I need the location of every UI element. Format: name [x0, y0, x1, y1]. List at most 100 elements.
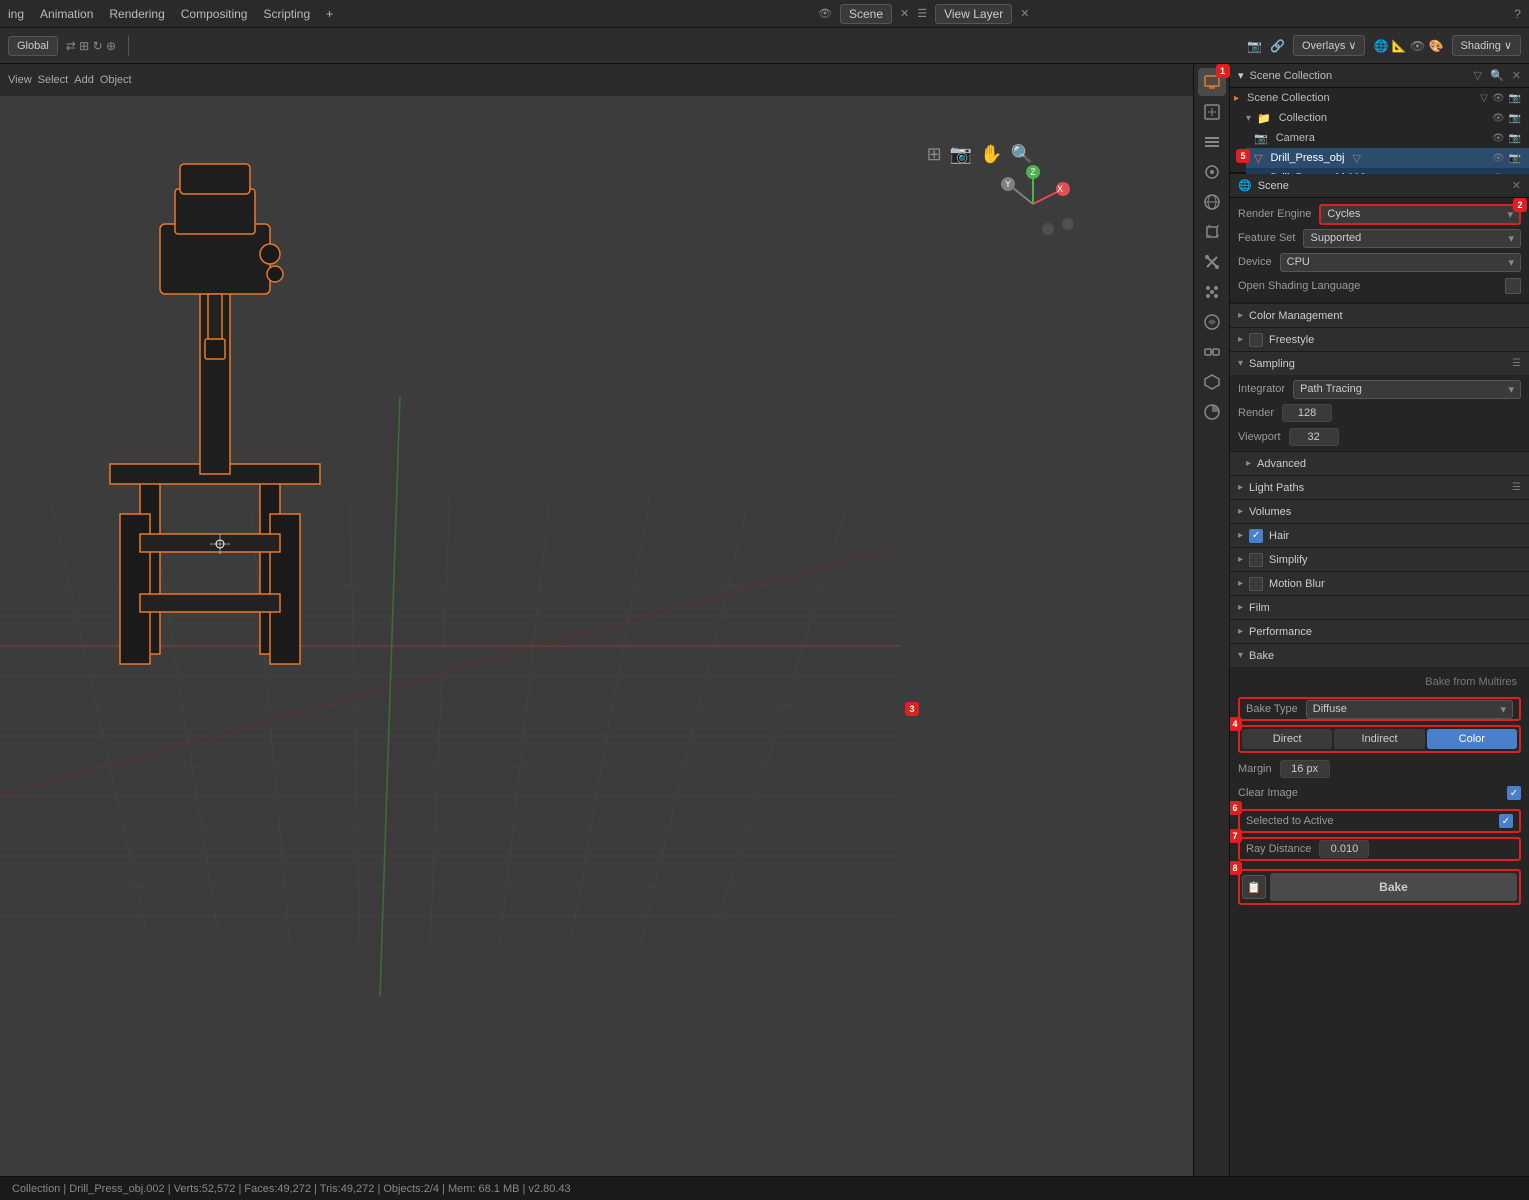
viewport-samples-input[interactable]: 32: [1289, 428, 1339, 446]
light-paths-section[interactable]: ▸ Light Paths ☰: [1230, 475, 1529, 499]
eye-icon-4[interactable]: 👁: [1492, 153, 1505, 164]
bake-type-selector[interactable]: Diffuse ▾: [1306, 700, 1513, 719]
outliner-item-camera[interactable]: 📷 Camera 👁 📷: [1246, 128, 1529, 148]
top-menu-right: ?: [1514, 7, 1521, 21]
simplify-checkbox[interactable]: [1249, 553, 1263, 567]
bake-button[interactable]: Bake: [1270, 873, 1517, 901]
menu-item-scripting[interactable]: Scripting: [263, 7, 310, 21]
sampling-header[interactable]: ▾ Sampling ☰: [1230, 351, 1529, 375]
overlays-btn[interactable]: Overlays ∨: [1293, 35, 1366, 56]
help-icon[interactable]: ?: [1514, 7, 1521, 21]
feature-set-row: Feature Set Supported ▾: [1238, 226, 1521, 250]
motion-blur-checkbox[interactable]: [1249, 577, 1263, 591]
outliner-search-icon[interactable]: 🔍: [1490, 69, 1504, 82]
object-menu[interactable]: Object: [100, 74, 132, 86]
bake-icon-btn[interactable]: 📋: [1242, 875, 1266, 899]
hair-checkbox[interactable]: ✓: [1249, 529, 1263, 543]
simplify-section[interactable]: ▸ Simplify: [1230, 547, 1529, 571]
global-btn[interactable]: Global: [8, 36, 58, 56]
view-menu[interactable]: View: [8, 74, 32, 86]
badge-2: 2: [1513, 198, 1527, 212]
sampling-content: Integrator Path Tracing ▾ Render 128 Vie…: [1230, 375, 1529, 451]
object-props-icon[interactable]: [1198, 218, 1226, 246]
volumes-arrow: ▸: [1238, 506, 1243, 517]
eye-icon-2[interactable]: 👁: [1492, 113, 1505, 124]
menu-item-animation[interactable]: Animation: [40, 7, 93, 21]
physics-icon[interactable]: [1198, 308, 1226, 336]
margin-input[interactable]: 16 px: [1280, 760, 1330, 778]
select-menu[interactable]: Select: [38, 74, 69, 86]
outliner-filter-icon[interactable]: ▾: [1238, 69, 1244, 82]
menu-item-compositing[interactable]: Compositing: [181, 7, 248, 21]
world-icon[interactable]: [1198, 188, 1226, 216]
data-icon[interactable]: [1198, 368, 1226, 396]
render-icon-2[interactable]: 📷: [1509, 113, 1521, 124]
camera-label: Camera: [1276, 132, 1315, 144]
properties-x-icon[interactable]: ✕: [1512, 179, 1521, 192]
indirect-button[interactable]: Indirect: [1334, 729, 1424, 749]
x-icon[interactable]: ✕: [900, 7, 909, 20]
svg-text:Y: Y: [1005, 179, 1011, 189]
menu-item-ing[interactable]: ing: [8, 7, 24, 21]
render-icon[interactable]: 📷: [1509, 93, 1521, 104]
osl-checkbox[interactable]: [1505, 278, 1521, 294]
scene-selector[interactable]: Scene: [840, 4, 892, 24]
simplify-arrow: ▸: [1238, 554, 1243, 565]
direct-button[interactable]: Direct: [1242, 729, 1332, 749]
color-button[interactable]: Color: [1427, 729, 1517, 749]
motion-blur-section[interactable]: ▸ Motion Blur: [1230, 571, 1529, 595]
modifiers-icon[interactable]: [1198, 248, 1226, 276]
menu-item-rendering[interactable]: Rendering: [109, 7, 164, 21]
light-paths-menu[interactable]: ☰: [1512, 482, 1521, 493]
film-section[interactable]: ▸ Film: [1230, 595, 1529, 619]
device-value[interactable]: CPU ▾: [1280, 253, 1521, 272]
viewport-3d[interactable]: View Select Add Object: [0, 64, 1193, 1176]
navigation-gizmo[interactable]: X Y Z: [993, 164, 1073, 247]
view-layer-x-icon[interactable]: ✕: [1020, 7, 1029, 20]
hair-section[interactable]: ▸ ✓ Hair: [1230, 523, 1529, 547]
outliner-filter-btn[interactable]: ▽: [1474, 69, 1482, 82]
feature-set-value[interactable]: Supported ▾: [1303, 229, 1521, 248]
volumes-section[interactable]: ▸ Volumes: [1230, 499, 1529, 523]
advanced-section[interactable]: ▸ Advanced: [1230, 451, 1529, 475]
sampling-menu-icon[interactable]: ☰: [1512, 358, 1521, 369]
clear-image-checkbox[interactable]: ✓: [1507, 786, 1521, 800]
modifier-icon-1: ▽: [1352, 152, 1360, 165]
eye-icon[interactable]: 👁: [1492, 93, 1505, 104]
camera-view-icon[interactable]: 📷: [950, 144, 972, 165]
hand-icon[interactable]: ✋: [980, 144, 1002, 165]
snap-icon[interactable]: 🔗: [1270, 39, 1285, 53]
render-icon-4[interactable]: 📷: [1509, 153, 1521, 164]
grid-view-icon[interactable]: ⊞: [927, 144, 942, 165]
render-samples-input[interactable]: 128: [1282, 404, 1332, 422]
advanced-label: Advanced: [1257, 458, 1306, 470]
outliner-item-drill-1[interactable]: ▽ Drill_Press_obj ▽ 👁 📷 5: [1246, 148, 1529, 168]
integrator-row: Integrator Path Tracing ▾: [1238, 377, 1521, 401]
camera-icon-toolbar[interactable]: 📷: [1247, 39, 1262, 53]
menu-item-add[interactable]: +: [326, 7, 333, 21]
scene-icon-tab[interactable]: [1198, 158, 1226, 186]
view-layer-icon[interactable]: [1198, 128, 1226, 156]
zoom-icon[interactable]: 🔍: [1011, 144, 1033, 165]
add-menu[interactable]: Add: [74, 74, 94, 86]
freestyle-checkbox[interactable]: [1249, 333, 1263, 347]
shading-btn[interactable]: Shading ∨: [1452, 35, 1521, 56]
outliner-item-scene-collection[interactable]: ▸ Scene Collection ▽ 👁 📷: [1230, 88, 1529, 108]
materials-icon[interactable]: [1198, 398, 1226, 426]
render-icon-3[interactable]: 📷: [1509, 133, 1521, 144]
view-layer-selector[interactable]: View Layer: [935, 4, 1012, 24]
eye-icon-3[interactable]: 👁: [1492, 133, 1505, 144]
render-engine-value[interactable]: Cycles ▾ 2: [1319, 204, 1521, 225]
outliner-item-collection[interactable]: ▾ 📁 Collection 👁 📷: [1238, 108, 1529, 128]
ray-distance-input[interactable]: 0.010: [1319, 840, 1369, 858]
outliner-x-icon[interactable]: ✕: [1512, 69, 1521, 82]
output-props-icon[interactable]: [1198, 98, 1226, 126]
constraints-icon[interactable]: [1198, 338, 1226, 366]
bake-header[interactable]: ▾ Bake: [1230, 643, 1529, 667]
integrator-value[interactable]: Path Tracing ▾: [1293, 380, 1521, 399]
performance-section[interactable]: ▸ Performance: [1230, 619, 1529, 643]
particles-icon[interactable]: [1198, 278, 1226, 306]
freestyle-section[interactable]: ▸ Freestyle: [1230, 327, 1529, 351]
color-management-section[interactable]: ▸ Color Management: [1230, 303, 1529, 327]
selected-active-checkbox[interactable]: ✓: [1499, 814, 1513, 828]
